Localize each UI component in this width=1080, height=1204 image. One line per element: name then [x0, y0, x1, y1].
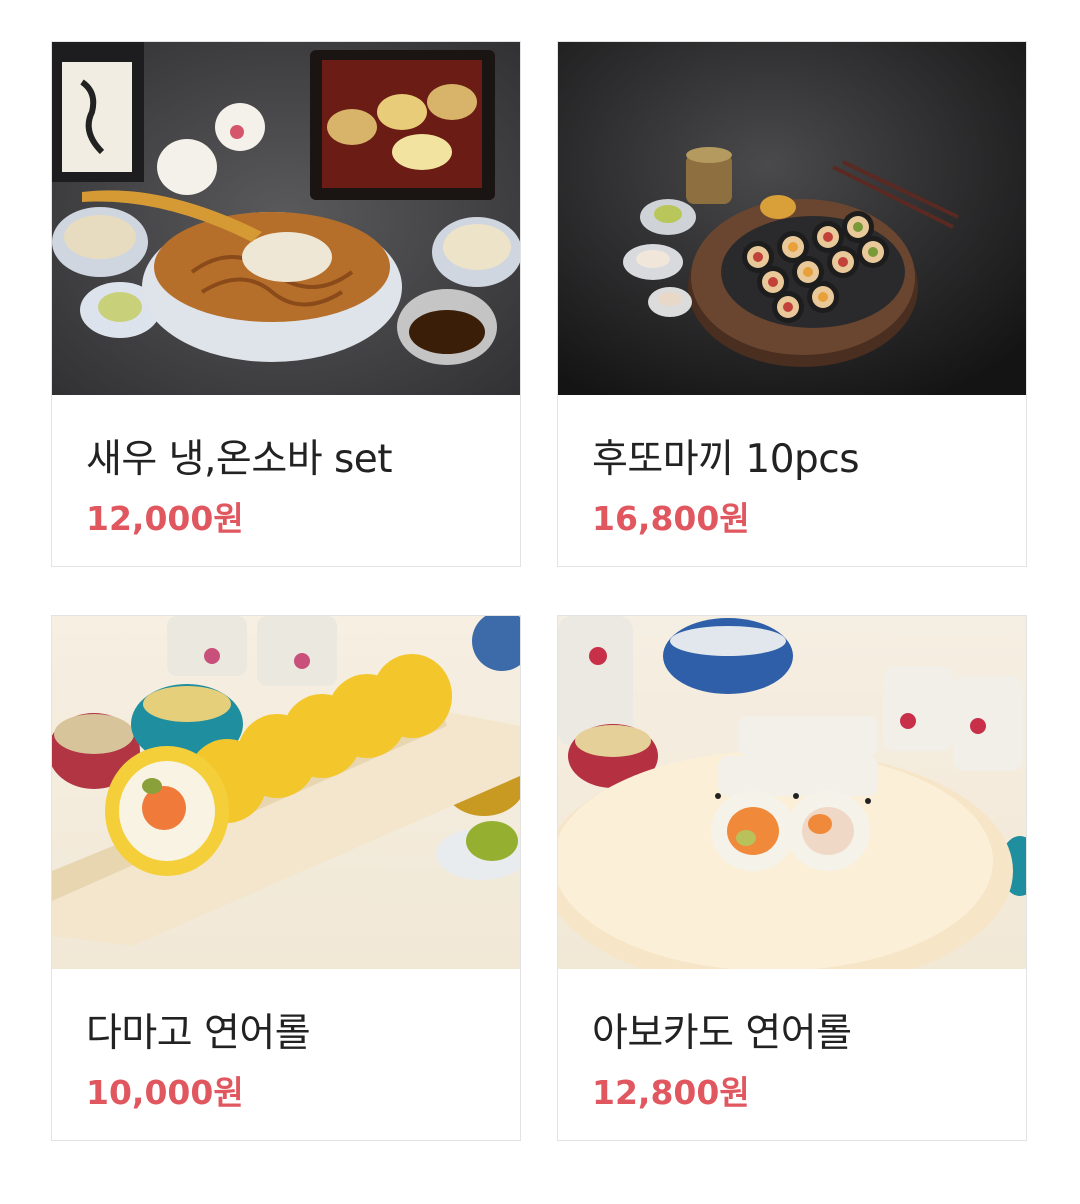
product-image-futomaki[interactable] — [558, 42, 1026, 395]
product-card-soba-set[interactable]: 새우 냉,온소바 set 12,000원 — [51, 41, 521, 567]
product-price: 12,800원 — [592, 1073, 750, 1112]
product-price: 12,000원 — [86, 499, 244, 538]
product-name: 아보카도 연어롤 — [592, 1011, 852, 1056]
product-name: 후또마끼 10pcs — [592, 437, 860, 482]
product-name: 새우 냉,온소바 set — [86, 437, 393, 482]
product-image-soba-set[interactable] — [52, 42, 520, 395]
product-name: 다마고 연어롤 — [86, 1011, 311, 1056]
product-card-tamago-salmon-roll[interactable]: 다마고 연어롤 10,000원 — [51, 615, 521, 1141]
product-price: 16,800원 — [592, 499, 750, 538]
product-card-futomaki[interactable]: 후또마끼 10pcs 16,800원 — [557, 41, 1027, 567]
product-price: 10,000원 — [86, 1073, 244, 1112]
product-image-avocado-salmon-roll[interactable] — [558, 616, 1026, 969]
product-card-avocado-salmon-roll[interactable]: 아보카도 연어롤 12,800원 — [557, 615, 1027, 1141]
product-image-tamago-salmon-roll[interactable] — [52, 616, 520, 969]
